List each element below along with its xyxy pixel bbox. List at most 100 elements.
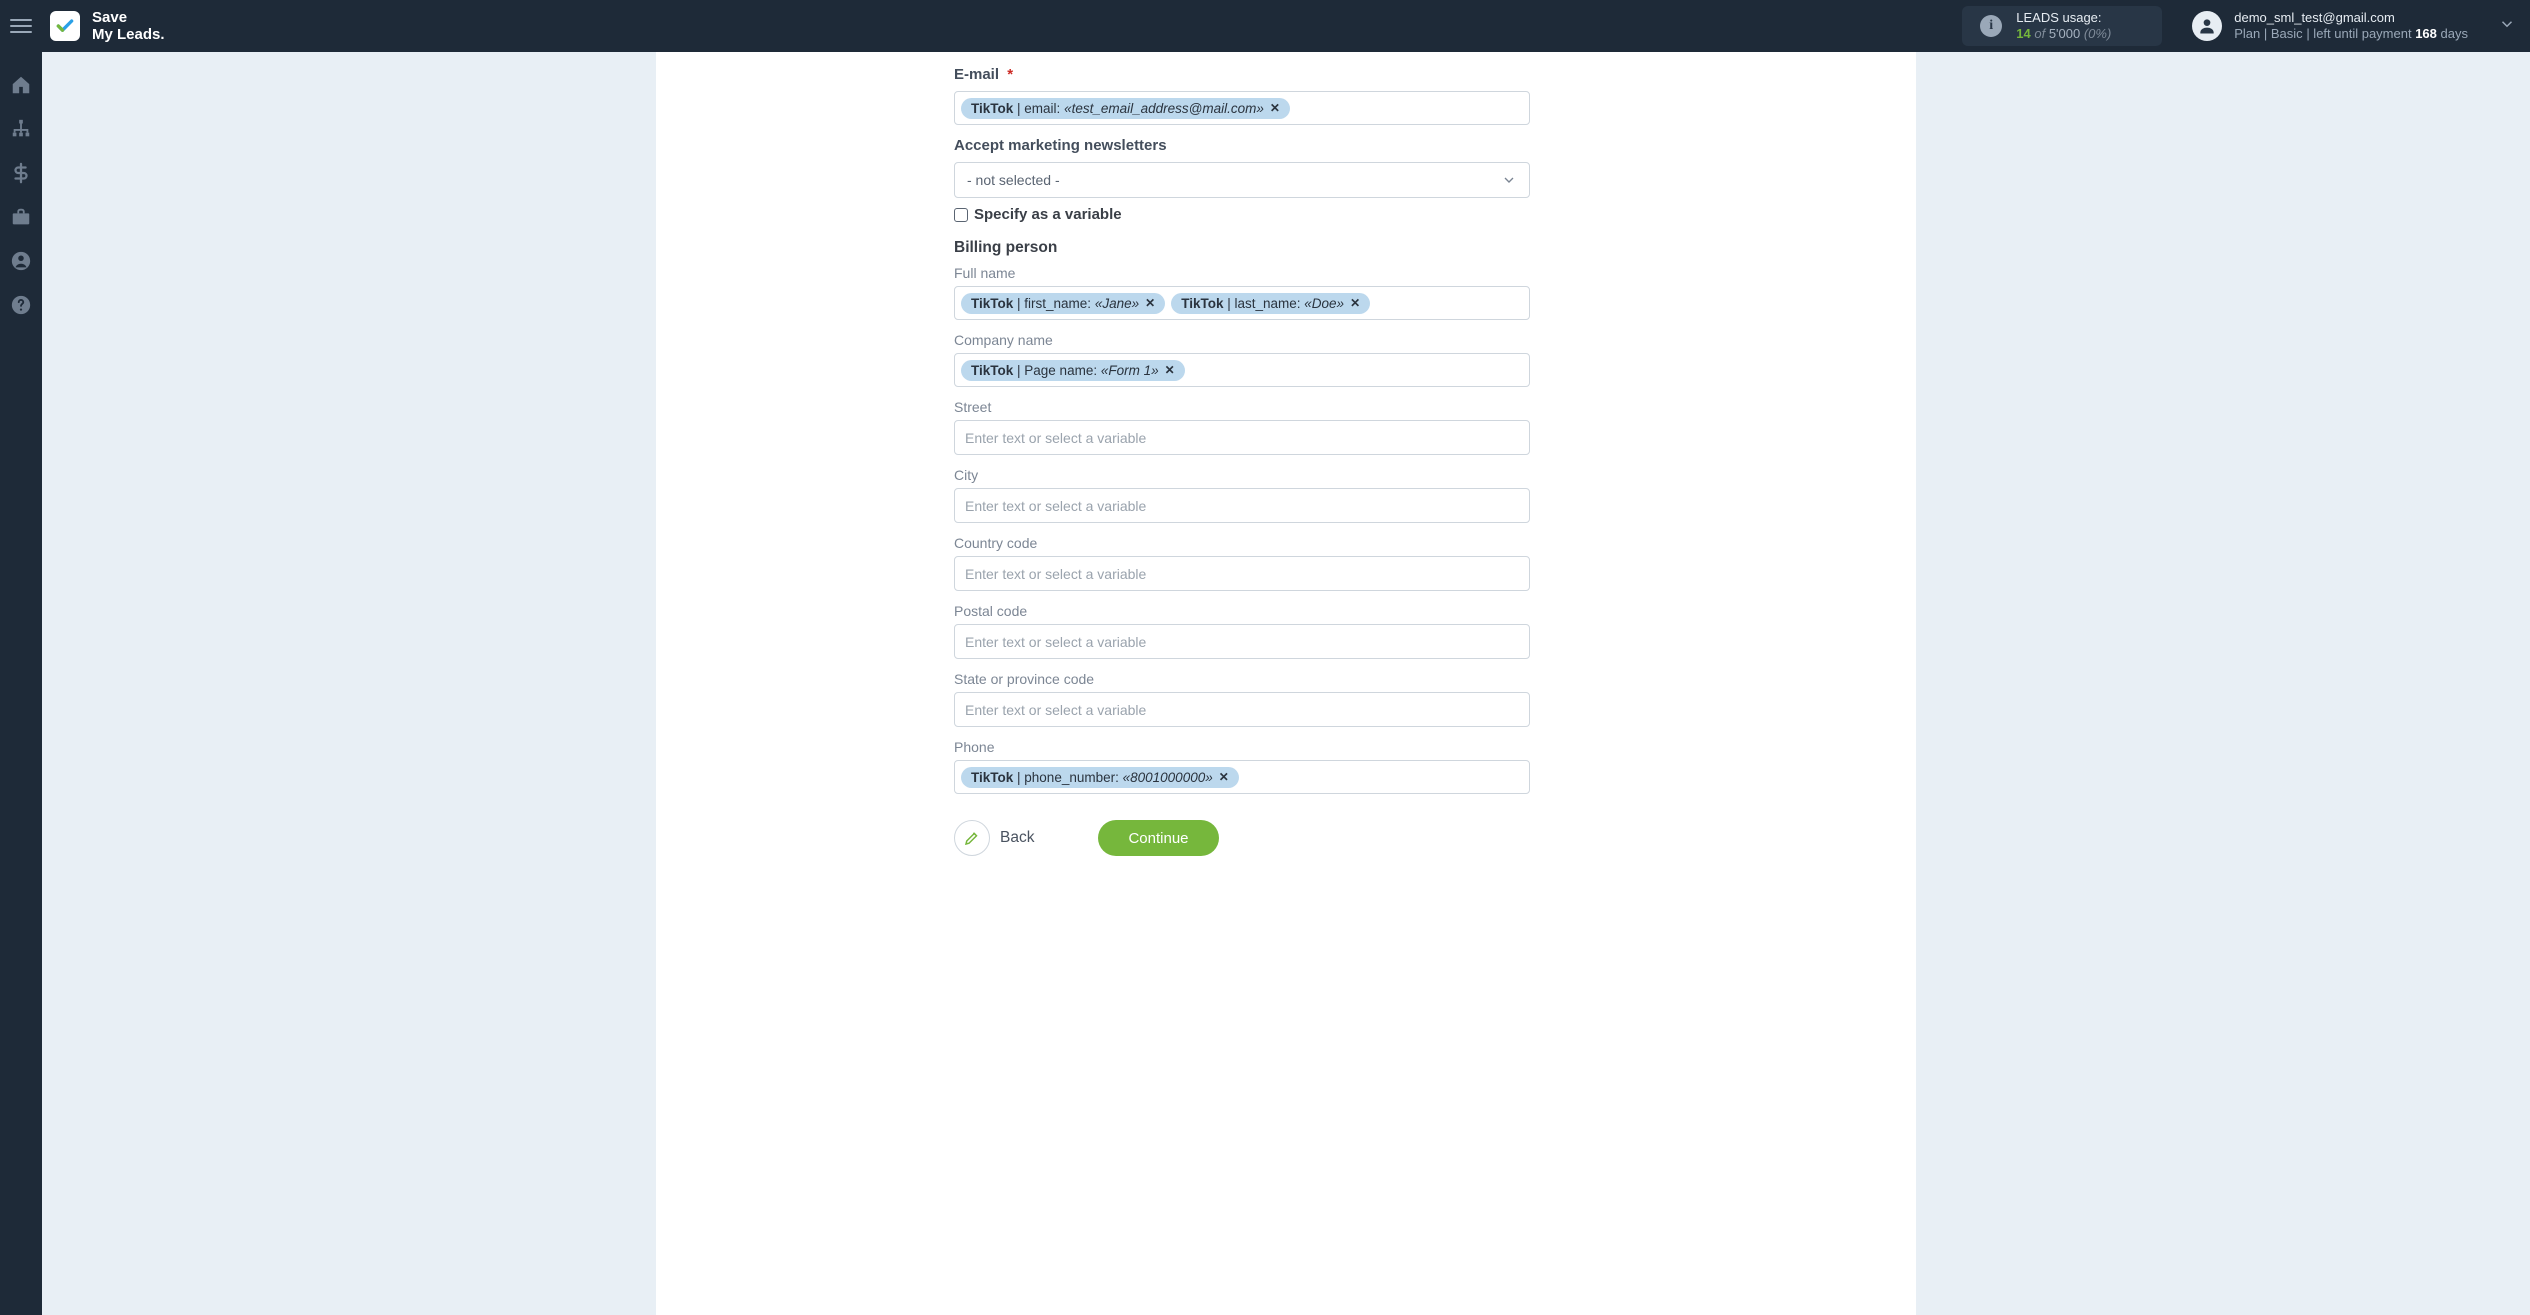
billing-section-title: Billing person <box>954 239 1530 257</box>
user-email: demo_sml_test@gmail.com <box>2234 10 2468 26</box>
field-street: Street <box>954 399 1530 455</box>
field-country: Country code <box>954 535 1530 591</box>
field-state: State or province code <box>954 671 1530 727</box>
plan-days: 168 <box>2415 26 2437 41</box>
city-input[interactable] <box>954 488 1530 523</box>
plan-days-suffix: days <box>2441 26 2468 41</box>
city-label: City <box>954 467 1530 483</box>
tag-value: «test_email_address@mail.com» <box>1064 101 1264 116</box>
field-company: Company name TikTok | Page name: «Form 1… <box>954 332 1530 387</box>
tag-field: Page name: <box>1024 363 1097 378</box>
nav-connections-icon[interactable] <box>10 118 32 140</box>
brand-text: Save My Leads <box>92 10 165 42</box>
tag-value: «Form 1» <box>1101 363 1159 378</box>
usage-pct: (0%) <box>2084 26 2111 41</box>
newsletter-selected: - not selected - <box>967 172 1060 188</box>
postal-input[interactable] <box>954 624 1530 659</box>
tag-value: «8001000000» <box>1123 770 1213 785</box>
usage-title: LEADS usage: <box>2016 10 2111 26</box>
email-input[interactable]: TikTok | email: «test_email_address@mail… <box>954 91 1530 125</box>
state-label: State or province code <box>954 671 1530 687</box>
tag-value: «Doe» <box>1304 296 1344 311</box>
usage-of: of <box>2034 26 2045 41</box>
pencil-icon <box>954 820 990 856</box>
field-phone: Phone TikTok | phone_number: «8001000000… <box>954 739 1530 794</box>
tag-field: email: <box>1024 101 1060 116</box>
tag-source: TikTok <box>1181 296 1223 311</box>
specify-variable-toggle[interactable]: Specify as a variable <box>954 206 1530 223</box>
tag-source: TikTok <box>971 770 1013 785</box>
required-star: * <box>1007 66 1013 83</box>
remove-icon[interactable]: ✕ <box>1165 363 1175 377</box>
brand-line2: My Leads <box>92 27 165 42</box>
tag-field: first_name: <box>1024 296 1091 311</box>
country-input[interactable] <box>954 556 1530 591</box>
tag-field: phone_number: <box>1024 770 1119 785</box>
form-panel: E-mail * TikTok | email: «test_email_add… <box>656 52 1916 1315</box>
chevron-down-icon[interactable] <box>2498 15 2516 38</box>
phone-tag[interactable]: TikTok | phone_number: «8001000000» ✕ <box>961 767 1239 788</box>
fullname-tag-last[interactable]: TikTok | last_name: «Doe» ✕ <box>1171 293 1370 314</box>
postal-label: Postal code <box>954 603 1530 619</box>
tag-source: TikTok <box>971 363 1013 378</box>
email-label: E-mail <box>954 66 999 83</box>
plan-mid: | left until payment <box>2306 26 2411 41</box>
fullname-input[interactable]: TikTok | first_name: «Jane» ✕ TikTok | l… <box>954 286 1530 320</box>
usage-max: 5'000 <box>2049 26 2080 41</box>
continue-button[interactable]: Continue <box>1098 820 1218 856</box>
back-label: Back <box>1000 829 1034 847</box>
fullname-tag-first[interactable]: TikTok | first_name: «Jane» ✕ <box>961 293 1165 314</box>
form-footer: Back Continue <box>954 820 1530 856</box>
field-postal: Postal code <box>954 603 1530 659</box>
fullname-label: Full name <box>954 265 1530 281</box>
field-newsletter: Accept marketing newsletters - not selec… <box>954 137 1530 223</box>
back-button[interactable]: Back <box>954 820 1034 856</box>
field-email: E-mail * TikTok | email: «test_email_add… <box>954 66 1530 125</box>
avatar-icon <box>2192 11 2222 41</box>
field-city: City <box>954 467 1530 523</box>
nav-billing-icon[interactable] <box>10 162 32 184</box>
tag-source: TikTok <box>971 101 1013 116</box>
company-tag[interactable]: TikTok | Page name: «Form 1» ✕ <box>961 360 1185 381</box>
phone-input[interactable]: TikTok | phone_number: «8001000000» ✕ <box>954 760 1530 794</box>
company-input[interactable]: TikTok | Page name: «Form 1» ✕ <box>954 353 1530 387</box>
nav-account-icon[interactable] <box>10 250 32 272</box>
remove-icon[interactable]: ✕ <box>1350 296 1360 310</box>
remove-icon[interactable]: ✕ <box>1270 101 1280 115</box>
usage-widget[interactable]: i LEADS usage: 14 of 5'000 (0%) <box>1962 6 2162 46</box>
email-tag[interactable]: TikTok | email: «test_email_address@mail… <box>961 98 1290 119</box>
checkbox-icon[interactable] <box>954 208 968 222</box>
nav-help-icon[interactable] <box>10 294 32 316</box>
chevron-down-icon <box>1501 172 1517 188</box>
tag-value: «Jane» <box>1095 296 1139 311</box>
company-label: Company name <box>954 332 1530 348</box>
sidebar <box>0 52 42 1315</box>
user-text-block: demo_sml_test@gmail.com Plan | Basic | l… <box>2234 10 2468 43</box>
street-input[interactable] <box>954 420 1530 455</box>
newsletter-label: Accept marketing newsletters <box>954 137 1530 154</box>
newsletter-select[interactable]: - not selected - <box>954 162 1530 198</box>
info-icon: i <box>1980 15 2002 37</box>
phone-label: Phone <box>954 739 1530 755</box>
app-header: Save My Leads i LEADS usage: 14 of 5'000… <box>0 0 2530 52</box>
state-input[interactable] <box>954 692 1530 727</box>
user-menu[interactable]: demo_sml_test@gmail.com Plan | Basic | l… <box>2192 10 2468 43</box>
brand-line1: Save <box>92 10 165 25</box>
nav-briefcase-icon[interactable] <box>10 206 32 228</box>
country-label: Country code <box>954 535 1530 551</box>
app-logo[interactable] <box>50 11 80 41</box>
usage-count: 14 <box>2016 26 2030 41</box>
field-fullname: Full name TikTok | first_name: «Jane» ✕ … <box>954 265 1530 320</box>
content-scroll[interactable]: E-mail * TikTok | email: «test_email_add… <box>42 52 2530 1315</box>
tag-field: last_name: <box>1234 296 1300 311</box>
plan-name: Basic <box>2271 26 2303 41</box>
tag-source: TikTok <box>971 296 1013 311</box>
nav-home-icon[interactable] <box>10 74 32 96</box>
menu-toggle-icon[interactable] <box>10 19 32 33</box>
remove-icon[interactable]: ✕ <box>1219 770 1229 784</box>
plan-prefix: Plan | <box>2234 26 2267 41</box>
street-label: Street <box>954 399 1530 415</box>
usage-text-block: LEADS usage: 14 of 5'000 (0%) <box>2016 10 2111 43</box>
remove-icon[interactable]: ✕ <box>1145 296 1155 310</box>
specify-variable-label: Specify as a variable <box>974 206 1122 223</box>
